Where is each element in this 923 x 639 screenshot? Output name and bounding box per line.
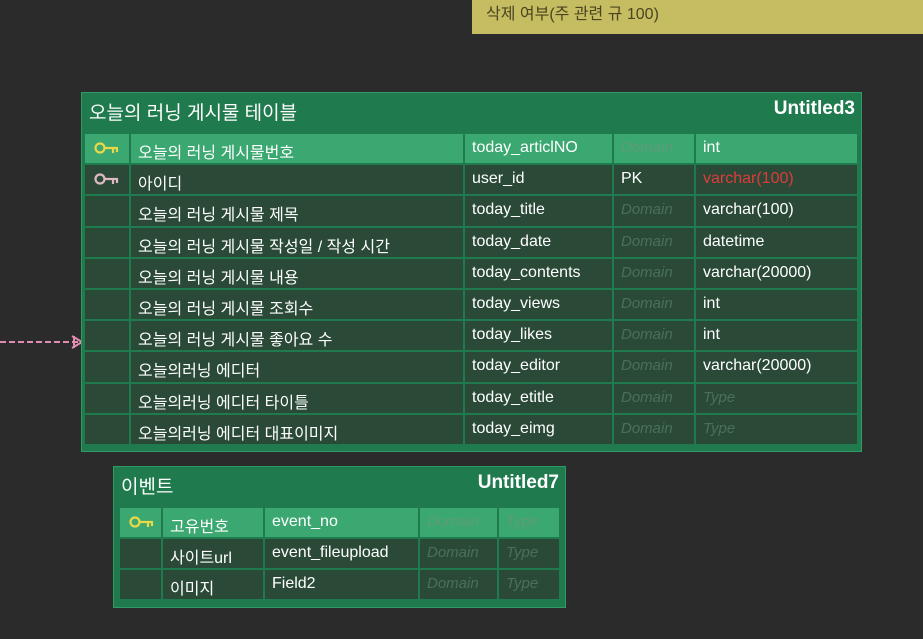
attribute-type: Type <box>499 570 559 599</box>
attribute-row[interactable]: 오늘의 러닝 게시물 내용 today_contents Domain varchar… <box>82 258 861 290</box>
attribute-row[interactable]: 오늘의 러닝 게시물 제목 today_title Domain varchar(10… <box>82 196 861 227</box>
attribute-domain: Domain <box>614 258 694 288</box>
attribute-physical: today_likes <box>465 321 612 351</box>
attribute-domain: Domain <box>614 321 694 351</box>
attribute-logical: 오늘의 러닝 게시물 좋아요 수 <box>131 321 463 351</box>
attribute-row[interactable]: 오늘의 러닝 게시물 조회수 today_views Domain int <box>82 290 861 321</box>
attribute-type: varchar(20000) <box>696 258 857 288</box>
entity-header: 이벤트 Untitled7 <box>114 467 565 498</box>
attribute-physical: event_no <box>265 508 418 537</box>
attribute-logical: 오늘의 러닝 게시물 조회수 <box>131 290 463 320</box>
entity-today-running-post[interactable]: 오늘의 러닝 게시물 테이블 Untitled3 오늘의 러닝 게시물번호 tod… <box>81 92 862 452</box>
attribute-domain: Domain <box>614 196 694 226</box>
attribute-physical: today_eimg <box>465 414 612 444</box>
key-cell <box>85 258 129 288</box>
attribute-physical: today_views <box>465 290 612 320</box>
key-cell <box>85 414 129 444</box>
attribute-type: Type <box>499 539 559 568</box>
memo-note-text: 삭제 여부(주 관련 규 100) <box>486 6 659 23</box>
attribute-logical: 사이트url <box>163 539 263 568</box>
entity-name: 이벤트 <box>121 477 174 498</box>
key-cell <box>85 290 129 320</box>
attribute-logical: 이미지 <box>163 570 263 599</box>
attribute-type: varchar(100) <box>696 196 857 226</box>
attribute-physical: event_fileupload <box>265 539 418 568</box>
foreign-key-icon <box>94 173 119 185</box>
attribute-physical: today_editor <box>465 352 612 382</box>
attribute-domain: Domain <box>420 570 497 599</box>
key-cell <box>120 539 161 568</box>
attribute-domain: PK <box>614 165 694 195</box>
attribute-physical: today_title <box>465 196 612 226</box>
attribute-domain: Domain <box>420 539 497 568</box>
key-cell <box>85 321 129 351</box>
attribute-logical: 오늘의 러닝 게시물 내용 <box>131 258 463 288</box>
attribute-row[interactable]: 아이디 user_id PK varchar(100) <box>82 165 861 196</box>
attribute-type: int <box>696 290 857 320</box>
key-cell <box>85 383 129 413</box>
attribute-type: datetime <box>696 227 857 257</box>
attribute-physical: today_etitle <box>465 383 612 413</box>
attribute-row[interactable]: 고유번호 event_no Domain Type <box>114 508 565 539</box>
entity-schema: Untitled3 <box>773 98 855 119</box>
memo-note[interactable]: 삭제 여부(주 관련 규 100) <box>472 0 923 34</box>
attribute-domain: Domain <box>614 134 694 164</box>
attribute-type: Type <box>499 508 559 537</box>
attribute-logical: 아이디 <box>131 165 463 195</box>
attribute-row[interactable]: 오늘의 러닝 게시물 작성일 / 작성 시간 today_date Domain da… <box>82 227 861 259</box>
attribute-type: Type <box>696 414 857 444</box>
key-cell <box>120 570 161 599</box>
attribute-logical: 오늘의 러닝 게시물번호 <box>131 134 463 164</box>
attribute-domain: Domain <box>614 383 694 413</box>
attribute-domain: Domain <box>614 352 694 382</box>
attribute-row[interactable]: 오늘의 러닝 게시물번호 today_articlNO Domain int <box>82 134 861 165</box>
attribute-physical: today_articlNO <box>465 134 612 164</box>
attribute-row[interactable]: 오늘의 러닝 게시물 좋아요 수 today_likes Domain int <box>82 321 861 352</box>
attribute-domain: Domain <box>614 414 694 444</box>
primary-key-icon <box>94 142 119 154</box>
attribute-row[interactable]: 오늘의러닝 에디터 타이틀 today_etitle Domain Type <box>82 383 861 415</box>
attribute-physical: today_date <box>465 227 612 257</box>
attribute-type: int <box>696 134 857 164</box>
attribute-row[interactable]: 이미지 Field2 Domain Type <box>114 570 565 601</box>
entity-schema: Untitled7 <box>477 472 559 493</box>
attribute-type: int <box>696 321 857 351</box>
attribute-domain: Domain <box>614 290 694 320</box>
attribute-logical: 고유번호 <box>163 508 263 537</box>
attribute-type: varchar(100) <box>696 165 857 195</box>
entity-header: 오늘의 러닝 게시물 테이블 Untitled3 <box>82 93 861 124</box>
attribute-physical: Field2 <box>265 570 418 599</box>
entity-event[interactable]: 이벤트 Untitled7 고유번호 event_no Domain Type 사이트u… <box>113 466 566 608</box>
attribute-type: varchar(20000) <box>696 352 857 382</box>
attribute-logical: 오늘의 러닝 게시물 작성일 / 작성 시간 <box>131 227 463 257</box>
attribute-row[interactable]: 오늘의러닝 에디터 today_editor Domain varchar(20000… <box>82 352 861 383</box>
attribute-logical: 오늘의러닝 에디터 <box>131 352 463 382</box>
key-cell <box>85 196 129 226</box>
attribute-row[interactable]: 사이트url event_fileupload Domain Type <box>114 539 565 570</box>
attribute-physical: today_contents <box>465 258 612 288</box>
attribute-domain: Domain <box>614 227 694 257</box>
key-cell <box>85 227 129 257</box>
key-cell <box>120 508 161 537</box>
attribute-logical: 오늘의러닝 에디터 대표이미지 <box>131 414 463 444</box>
attribute-logical: 오늘의 러닝 게시물 제목 <box>131 196 463 226</box>
attribute-row[interactable]: 오늘의러닝 에디터 대표이미지 today_eimg Domain Type <box>82 414 861 446</box>
relationship-line[interactable] <box>0 334 90 350</box>
attribute-logical: 오늘의러닝 에디터 타이틀 <box>131 383 463 413</box>
key-cell <box>85 165 129 195</box>
attribute-type: Type <box>696 383 857 413</box>
attribute-physical: user_id <box>465 165 612 195</box>
primary-key-icon <box>129 516 154 528</box>
key-cell <box>85 134 129 164</box>
attribute-domain: Domain <box>420 508 497 537</box>
key-cell <box>85 352 129 382</box>
entity-name: 오늘의 러닝 게시물 테이블 <box>89 103 298 124</box>
